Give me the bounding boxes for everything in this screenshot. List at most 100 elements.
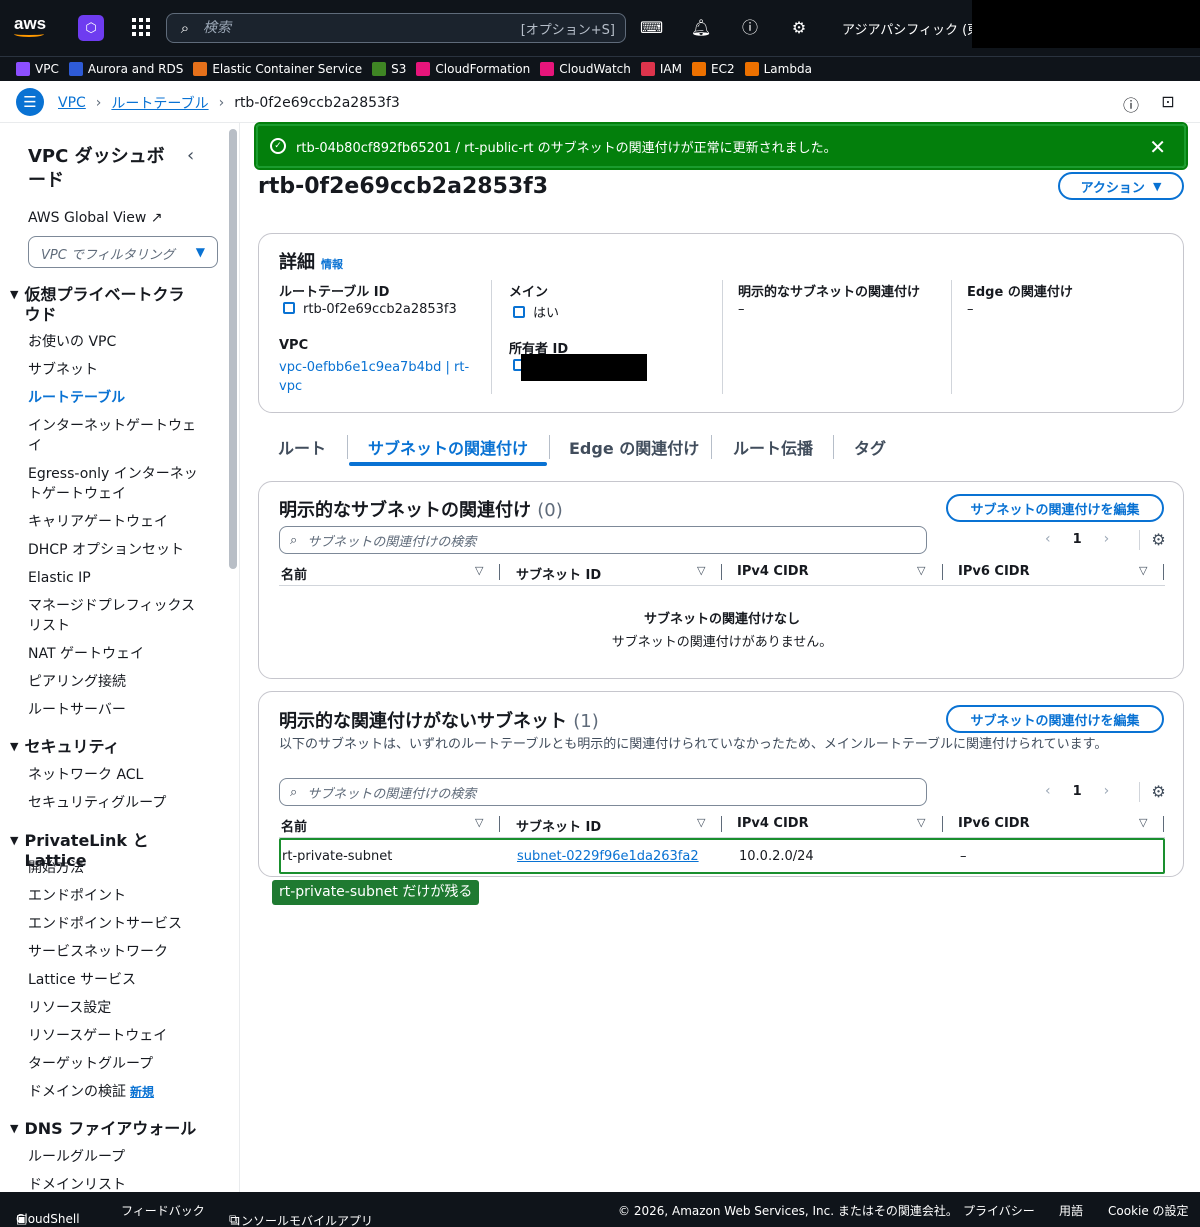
vpc-link[interactable]: vpc-0efbb6e1c9ea7b4bd | rt-vpc: [279, 358, 469, 396]
sidebar-item[interactable]: お使いの VPC: [28, 332, 203, 352]
tab-tags[interactable]: タグ: [854, 435, 886, 459]
sort-icon[interactable]: ▽: [475, 816, 483, 829]
aws-logo[interactable]: aws: [14, 14, 46, 37]
tab-subnet-associations[interactable]: サブネットの関連付け: [368, 435, 528, 459]
subnet-search-input[interactable]: ⌕ サブネットの関連付けの検索: [279, 778, 927, 806]
copy-icon[interactable]: [513, 306, 525, 318]
chevron-left-icon[interactable]: ‹: [1045, 783, 1051, 799]
global-view-link[interactable]: AWS Global View ↗: [28, 210, 163, 226]
bell-icon[interactable]: 🔔︎: [690, 17, 712, 39]
sidebar-item[interactable]: DHCP オプションセット: [28, 540, 203, 560]
chevron-left-icon[interactable]: ‹: [187, 145, 194, 166]
sidebar-item[interactable]: マネージドプレフィックスリスト: [28, 596, 203, 636]
column-resizer[interactable]: [721, 564, 722, 580]
table-row[interactable]: rt-private-subnet subnet-0229f96e1da263f…: [279, 838, 1165, 874]
favorite-vpc[interactable]: VPC: [16, 62, 59, 76]
gear-icon[interactable]: ⚙: [1139, 530, 1169, 550]
sort-icon[interactable]: ▽: [697, 816, 705, 829]
sidebar-item[interactable]: インターネットゲートウェイ: [28, 416, 203, 456]
favorite-lambda[interactable]: Lambda: [744, 62, 812, 76]
subnet-id-link[interactable]: subnet-0229f96e1da263fa2: [517, 849, 699, 864]
tab-routes[interactable]: ルート: [278, 435, 326, 459]
sidebar-item[interactable]: ターゲットグループ: [28, 1054, 203, 1074]
sidebar-item[interactable]: ドメインの検証 新規: [28, 1082, 203, 1102]
cookie-settings-link[interactable]: Cookie の設定: [1108, 1202, 1189, 1219]
sidebar-item[interactable]: エンドポイントサービス: [28, 914, 203, 934]
sort-icon[interactable]: ▽: [475, 564, 483, 577]
search-input[interactable]: [203, 20, 521, 36]
sort-icon[interactable]: ▽: [917, 816, 925, 829]
sidebar-group-dns[interactable]: ▼ DNS ファイアウォール: [10, 1119, 200, 1139]
sidebar-item[interactable]: ピアリング接続: [28, 672, 203, 692]
sidebar-item[interactable]: Egress-only インターネットゲートウェイ: [28, 464, 203, 504]
column-resizer[interactable]: [499, 816, 500, 832]
copy-icon[interactable]: [283, 302, 295, 314]
column-header-ipv4[interactable]: IPv4 CIDR: [737, 816, 809, 831]
sidebar-item[interactable]: リソースゲートウェイ: [28, 1026, 203, 1046]
info-link[interactable]: 情報: [321, 258, 343, 271]
close-icon[interactable]: ✕: [1149, 135, 1166, 159]
sidebar-item[interactable]: NAT ゲートウェイ: [28, 644, 203, 664]
sidebar-item[interactable]: サービスネットワーク: [28, 942, 203, 962]
sidebar-item[interactable]: セキュリティグループ: [28, 793, 203, 813]
global-search[interactable]: ⌕ [オプション+S]: [166, 13, 626, 43]
sort-icon[interactable]: ▽: [1139, 816, 1147, 829]
column-header-ipv6[interactable]: IPv6 CIDR: [958, 816, 1030, 831]
sort-icon[interactable]: ▽: [697, 564, 705, 577]
tab-edge-associations[interactable]: Edge の関連付け: [569, 435, 699, 459]
chevron-right-icon[interactable]: ›: [1104, 531, 1110, 547]
tab-route-propagation[interactable]: ルート伝播: [733, 435, 813, 459]
page-number[interactable]: 1: [1073, 532, 1082, 547]
feedback-icon[interactable]: ⊡: [1158, 92, 1178, 112]
menu-icon[interactable]: ☰: [16, 88, 44, 116]
sidebar-item[interactable]: 開始方法: [28, 858, 203, 878]
column-header-name[interactable]: 名前: [281, 816, 307, 835]
column-resizer[interactable]: [942, 564, 943, 580]
breadcrumb-vpc[interactable]: VPC: [58, 95, 86, 111]
page-number[interactable]: 1: [1073, 784, 1082, 799]
sidebar-scrollbar[interactable]: [229, 129, 237, 569]
sidebar-item[interactable]: Elastic IP: [28, 568, 203, 588]
sidebar-item[interactable]: サブネット: [28, 360, 203, 380]
breadcrumb-route-tables[interactable]: ルートテーブル: [111, 93, 208, 113]
feedback-link[interactable]: フィードバック: [121, 1202, 205, 1219]
terms-link[interactable]: 用語: [1059, 1202, 1083, 1219]
favorite-cloudwatch[interactable]: CloudWatch: [540, 62, 631, 76]
gear-icon[interactable]: ⚙: [1139, 782, 1169, 802]
gear-icon[interactable]: ⚙: [788, 17, 810, 39]
column-resizer[interactable]: [721, 816, 722, 832]
favorite-iam[interactable]: IAM: [640, 62, 682, 76]
column-header-name[interactable]: 名前: [281, 564, 307, 583]
column-resizer[interactable]: [1163, 816, 1164, 832]
sidebar-item[interactable]: ルールグループ: [28, 1147, 203, 1167]
sidebar-item[interactable]: ドメインリスト: [28, 1175, 203, 1192]
favorite-s3[interactable]: S3: [372, 62, 406, 76]
sidebar-item[interactable]: エンドポイント: [28, 886, 203, 906]
sidebar-item[interactable]: ネットワーク ACL: [28, 765, 203, 785]
column-header-subnet-id[interactable]: サブネット ID: [516, 564, 601, 583]
column-header-ipv6[interactable]: IPv6 CIDR: [958, 564, 1030, 579]
terminal-icon[interactable]: ⌨: [640, 17, 663, 39]
sidebar-item[interactable]: ルートサーバー: [28, 700, 203, 720]
sidebar-item[interactable]: キャリアゲートウェイ: [28, 512, 203, 532]
sidebar-item[interactable]: リソース設定: [28, 998, 203, 1018]
column-header-subnet-id[interactable]: サブネット ID: [516, 816, 601, 835]
column-resizer[interactable]: [942, 816, 943, 832]
favorite-cloudformation[interactable]: CloudFormation: [416, 62, 530, 76]
sort-icon[interactable]: ▽: [1139, 564, 1147, 577]
column-header-ipv4[interactable]: IPv4 CIDR: [737, 564, 809, 579]
edit-subnet-associations-button[interactable]: サブネットの関連付けを編集: [946, 705, 1164, 733]
amazon-q-icon[interactable]: ⬡: [78, 15, 104, 41]
sidebar-group-security[interactable]: ▼ セキュリティ: [10, 737, 200, 757]
vpc-filter[interactable]: VPC でフィルタリング ▼: [28, 236, 218, 268]
column-resizer[interactable]: [1163, 564, 1164, 580]
subnet-search-input[interactable]: ⌕ サブネットの関連付けの検索: [279, 526, 927, 554]
privacy-link[interactable]: プライバシー: [963, 1202, 1035, 1219]
column-resizer[interactable]: [499, 564, 500, 580]
favorite-aurora-and-rds[interactable]: Aurora and RDS: [68, 62, 183, 76]
actions-button[interactable]: アクション ▼: [1058, 172, 1184, 200]
info-icon[interactable]: ⓘ: [1121, 92, 1141, 115]
chevron-left-icon[interactable]: ‹: [1045, 531, 1051, 547]
grid-icon[interactable]: [132, 18, 150, 36]
sidebar-group-vpc[interactable]: ▼ 仮想プライベートクラウド: [10, 285, 200, 325]
